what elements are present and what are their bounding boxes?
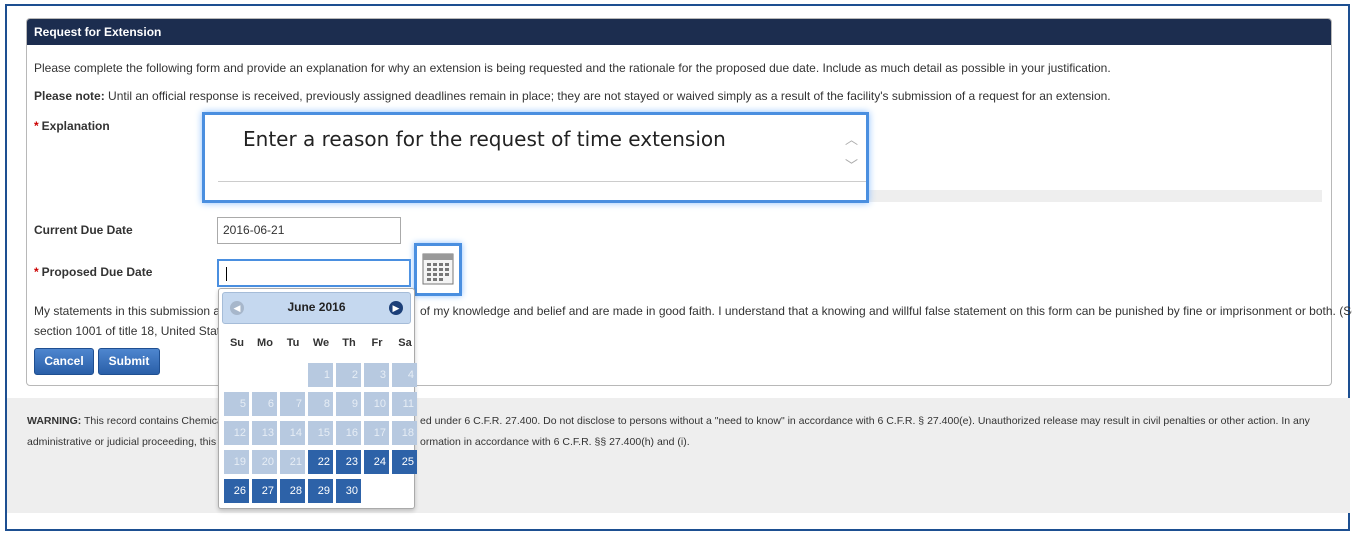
weekday-sa: Sa <box>398 337 412 349</box>
intro-text: Please complete the following form and p… <box>34 61 1111 75</box>
day-22[interactable]: 22 <box>308 450 333 474</box>
day-17: 17 <box>364 421 389 445</box>
day-28[interactable]: 28 <box>280 479 305 503</box>
current-due-date-field[interactable]: 2016-06-21 <box>217 217 401 244</box>
statement-line1-b: of my knowledge and belief and are made … <box>420 304 1352 318</box>
proposed-due-label: * Proposed Due Date <box>34 265 152 279</box>
day-21: 21 <box>280 450 305 474</box>
explanation-field-extension <box>866 190 1322 202</box>
weekday-fr: Fr <box>371 337 383 349</box>
day-1: 1 <box>308 363 333 387</box>
day-29[interactable]: 29 <box>308 479 333 503</box>
textarea-divider <box>218 181 866 182</box>
calendar-icon <box>422 253 454 285</box>
panel-title: Request for Extension <box>27 19 1331 45</box>
day-4: 4 <box>392 363 417 387</box>
explanation-textarea[interactable]: Enter a reason for the request of time e… <box>202 112 869 203</box>
day-6: 6 <box>252 392 277 416</box>
day-10: 10 <box>364 392 389 416</box>
day-16: 16 <box>336 421 361 445</box>
explanation-label: * Explanation <box>34 119 110 133</box>
warning-line1-a: WARNING: This record contains Chemica <box>27 415 223 427</box>
day-20: 20 <box>252 450 277 474</box>
warning-line2-a: administrative or judicial proceeding, t… <box>27 436 222 448</box>
datepicker-header: ◀ June 2016 ▶ <box>222 292 411 324</box>
day-5: 5 <box>224 392 249 416</box>
day-18: 18 <box>392 421 417 445</box>
text-cursor <box>226 266 227 281</box>
calendar-button[interactable] <box>414 243 462 296</box>
day-8: 8 <box>308 392 333 416</box>
day-25[interactable]: 25 <box>392 450 417 474</box>
day-11: 11 <box>392 392 417 416</box>
current-due-label: Current Due Date <box>34 223 133 237</box>
weekday-we: We <box>312 337 330 349</box>
weekday-th: Th <box>342 337 356 349</box>
day-13: 13 <box>252 421 277 445</box>
cancel-button[interactable]: Cancel <box>34 348 94 375</box>
datepicker-popup: ◀ June 2016 ▶ Su Mo Tu We Th Fr Sa 1 2 3 4 5 6 7 8 9 10 1… <box>218 288 417 509</box>
warning-line1-b: ed under 6 C.F.R. 27.400. Do not disclos… <box>420 415 1310 427</box>
warning-line2-b: ormation in accordance with 6 C.F.R. §§ … <box>420 436 690 448</box>
day-3: 3 <box>364 363 389 387</box>
weekday-su: Su <box>229 337 245 349</box>
weekday-tu: Tu <box>286 337 300 349</box>
scroll-down-icon[interactable]: ﹀ <box>845 155 858 174</box>
day-15: 15 <box>308 421 333 445</box>
warning-label: WARNING: <box>27 415 82 427</box>
day-19: 19 <box>224 450 249 474</box>
day-24[interactable]: 24 <box>364 450 389 474</box>
day-14: 14 <box>280 421 305 445</box>
datepicker-title: June 2016 <box>287 300 346 314</box>
note-label: Please note: <box>34 89 105 103</box>
proposed-due-date-field[interactable] <box>217 259 411 287</box>
day-23[interactable]: 23 <box>336 450 361 474</box>
proposed-due-label-text: Proposed Due Date <box>41 265 153 279</box>
note-body: Until an official response is received, … <box>104 89 1111 103</box>
explanation-label-text: Explanation <box>41 119 110 133</box>
day-12: 12 <box>224 421 249 445</box>
statement-line1-a: My statements in this submission are <box>34 304 231 318</box>
scroll-up-icon[interactable]: ︿ <box>845 129 858 148</box>
explanation-placeholder: Enter a reason for the request of time e… <box>243 127 726 151</box>
day-26[interactable]: 26 <box>224 479 249 503</box>
day-9: 9 <box>336 392 361 416</box>
day-30[interactable]: 30 <box>336 479 361 503</box>
required-marker: * <box>34 119 39 133</box>
statement-line2: section 1001 of title 18, United States <box>34 324 233 338</box>
submit-button[interactable]: Submit <box>98 348 160 375</box>
day-7: 7 <box>280 392 305 416</box>
next-month-icon[interactable]: ▶ <box>389 301 403 315</box>
day-27[interactable]: 27 <box>252 479 277 503</box>
day-2: 2 <box>336 363 361 387</box>
warning-line1-a-text: This record contains Chemica <box>81 415 223 427</box>
weekday-mo: Mo <box>257 337 273 349</box>
note-text: Please note: Until an official response … <box>34 89 1111 103</box>
required-marker: * <box>34 265 39 279</box>
